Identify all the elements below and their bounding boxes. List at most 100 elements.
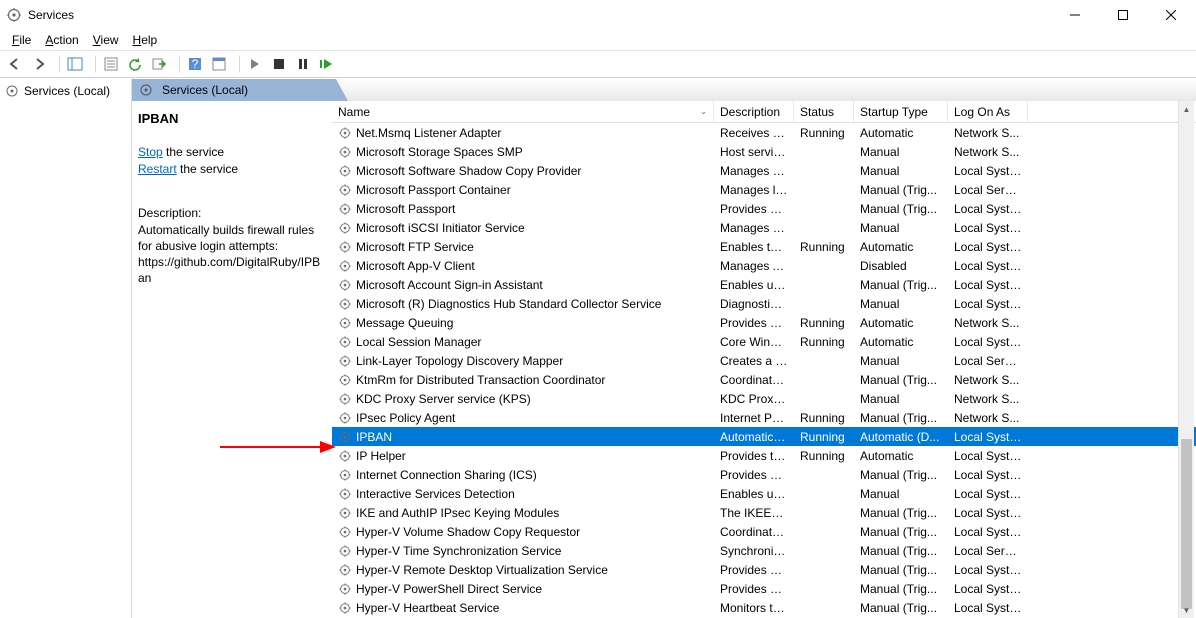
restart-service-button[interactable] <box>316 53 338 75</box>
menu-action[interactable]: Action <box>39 31 84 49</box>
menu-file[interactable]: File <box>6 31 37 49</box>
refresh-button[interactable] <box>124 53 146 75</box>
service-name: IKE and AuthIP IPsec Keying Modules <box>356 506 559 520</box>
scroll-thumb[interactable] <box>1181 439 1192 609</box>
service-startup: Automatic <box>854 316 948 330</box>
service-row[interactable]: Interactive Services DetectionEnables us… <box>332 484 1196 503</box>
service-name: Message Queuing <box>356 316 453 330</box>
service-startup: Manual (Trig... <box>854 544 948 558</box>
tree-root-label: Services (Local) <box>24 84 110 98</box>
service-name: Local Session Manager <box>356 335 481 349</box>
service-logon: Local Syste... <box>948 601 1028 615</box>
column-header-name[interactable]: Name⌄ <box>332 101 714 122</box>
stop-service-button[interactable] <box>268 53 290 75</box>
service-name: Hyper-V PowerShell Direct Service <box>356 582 542 596</box>
service-row[interactable]: IP HelperProvides tu...RunningAutomaticL… <box>332 446 1196 465</box>
gear-icon <box>338 544 352 558</box>
help-button[interactable]: ? <box>184 53 206 75</box>
service-logon: Local Syste... <box>948 506 1028 520</box>
vertical-scrollbar[interactable]: ▲ ▼ <box>1178 101 1194 618</box>
service-row[interactable]: Hyper-V PowerShell Direct Service Provide… <box>332 579 1196 598</box>
service-logon: Local Syste... <box>948 563 1028 577</box>
service-row[interactable]: Microsoft PassportProvides pr...Manual (… <box>332 199 1196 218</box>
column-header-startup[interactable]: Startup Type <box>854 101 948 122</box>
pause-service-button[interactable] <box>292 53 314 75</box>
column-header-status[interactable]: Status <box>794 101 854 122</box>
service-name: Net.Msmq Listener Adapter <box>356 126 501 140</box>
gear-icon <box>338 259 352 273</box>
service-description: Creates a N... <box>714 354 794 368</box>
forward-button[interactable] <box>28 53 50 75</box>
service-description: Manages lo... <box>714 183 794 197</box>
maximize-button[interactable] <box>1108 5 1138 25</box>
service-row[interactable]: Microsoft Passport ContainerManages lo..… <box>332 180 1196 199</box>
service-row[interactable]: IPsec Policy AgentInternet Pro...Running… <box>332 408 1196 427</box>
service-startup: Manual (Trig... <box>854 582 948 596</box>
show-hide-tree-button[interactable] <box>64 53 86 75</box>
properties-icon[interactable] <box>208 53 230 75</box>
minimize-button[interactable] <box>1060 5 1090 25</box>
service-row[interactable]: Net.Msmq Listener AdapterReceives act...… <box>332 123 1196 142</box>
service-row[interactable]: Hyper-V Volume Shadow Copy RequestorCoor… <box>332 522 1196 541</box>
service-logon: Network S... <box>948 373 1028 387</box>
service-list: Name⌄ Description Status Startup Type Lo… <box>332 101 1196 618</box>
service-row[interactable]: Microsoft iSCSI Initiator ServiceManages… <box>332 218 1196 237</box>
gear-icon <box>338 468 352 482</box>
service-row[interactable]: Hyper-V Time Synchronization ServiceSync… <box>332 541 1196 560</box>
service-row[interactable]: IPBANAutomatica...RunningAutomatic (D...… <box>332 427 1196 446</box>
service-row[interactable]: Local Session ManagerCore Windo...Runnin… <box>332 332 1196 351</box>
annotation-arrow-icon <box>220 437 340 457</box>
service-row[interactable]: Hyper-V Heartbeat ServiceMonitors th...M… <box>332 598 1196 617</box>
service-logon: Local Syste... <box>948 240 1028 254</box>
service-row[interactable]: Microsoft App-V ClientManages A...Disabl… <box>332 256 1196 275</box>
stop-service-link[interactable]: Stop <box>138 145 163 159</box>
service-row[interactable]: Microsoft Software Shadow Copy ProviderM… <box>332 161 1196 180</box>
gear-icon <box>138 82 154 98</box>
service-logon: Local Service <box>948 544 1028 558</box>
column-header-logon[interactable]: Log On As <box>948 101 1028 122</box>
restart-service-link[interactable]: Restart <box>138 162 177 176</box>
gear-icon <box>338 183 352 197</box>
service-startup: Manual (Trig... <box>854 183 948 197</box>
service-row[interactable]: Microsoft (R) Diagnostics Hub Standard C… <box>332 294 1196 313</box>
back-button[interactable] <box>4 53 26 75</box>
header-tab-area <box>336 79 1196 101</box>
service-startup: Manual (Trig... <box>854 411 948 425</box>
service-startup: Manual (Trig... <box>854 468 948 482</box>
service-row[interactable]: IKE and AuthIP IPsec Keying ModulesThe I… <box>332 503 1196 522</box>
service-name: Interactive Services Detection <box>356 487 515 501</box>
gear-icon <box>338 202 352 216</box>
service-row[interactable]: Link-Layer Topology Discovery Mapper Crea… <box>332 351 1196 370</box>
scroll-down-button[interactable]: ▼ <box>1179 602 1194 618</box>
service-row[interactable]: Microsoft FTP ServiceEnables this...Runn… <box>332 237 1196 256</box>
menu-help[interactable]: Help <box>127 31 164 49</box>
start-service-button[interactable] <box>244 53 266 75</box>
gear-icon <box>338 601 352 615</box>
service-row[interactable]: KDC Proxy Server service (KPS)KDC Proxy … <box>332 389 1196 408</box>
detail-pane: IPBAN Stop the service Restart the servi… <box>132 101 332 618</box>
properties-button[interactable] <box>100 53 122 75</box>
service-name: Hyper-V Remote Desktop Virtualization Se… <box>356 563 608 577</box>
column-header-description[interactable]: Description <box>714 101 794 122</box>
service-row[interactable]: Hyper-V Remote Desktop Virtualization Se… <box>332 560 1196 579</box>
service-row[interactable]: Microsoft Storage Spaces SMPHost service… <box>332 142 1196 161</box>
menu-view[interactable]: View <box>87 31 125 49</box>
service-name: Link-Layer Topology Discovery Mapper <box>356 354 563 368</box>
service-row[interactable]: Microsoft Account Sign-in AssistantEnabl… <box>332 275 1196 294</box>
service-startup: Manual <box>854 145 948 159</box>
toolbar-separator <box>90 55 96 73</box>
service-row[interactable]: KtmRm for Distributed Transaction Coordi… <box>332 370 1196 389</box>
export-button[interactable] <box>148 53 170 75</box>
close-button[interactable] <box>1156 5 1186 25</box>
service-description: Core Windo... <box>714 335 794 349</box>
service-row[interactable]: Message QueuingProvides a ...RunningAuto… <box>332 313 1196 332</box>
tree-root-services-local[interactable]: Services (Local) <box>0 81 131 101</box>
service-name: Microsoft Software Shadow Copy Provider <box>356 164 581 178</box>
service-row[interactable]: Internet Connection Sharing (ICS)Provide… <box>332 465 1196 484</box>
service-startup: Disabled <box>854 259 948 273</box>
service-startup: Manual <box>854 221 948 235</box>
service-name: KtmRm for Distributed Transaction Coordi… <box>356 373 605 387</box>
service-description: Provides a ... <box>714 582 794 596</box>
scroll-up-button[interactable]: ▲ <box>1179 101 1194 117</box>
service-logon: Local Syste... <box>948 202 1028 216</box>
